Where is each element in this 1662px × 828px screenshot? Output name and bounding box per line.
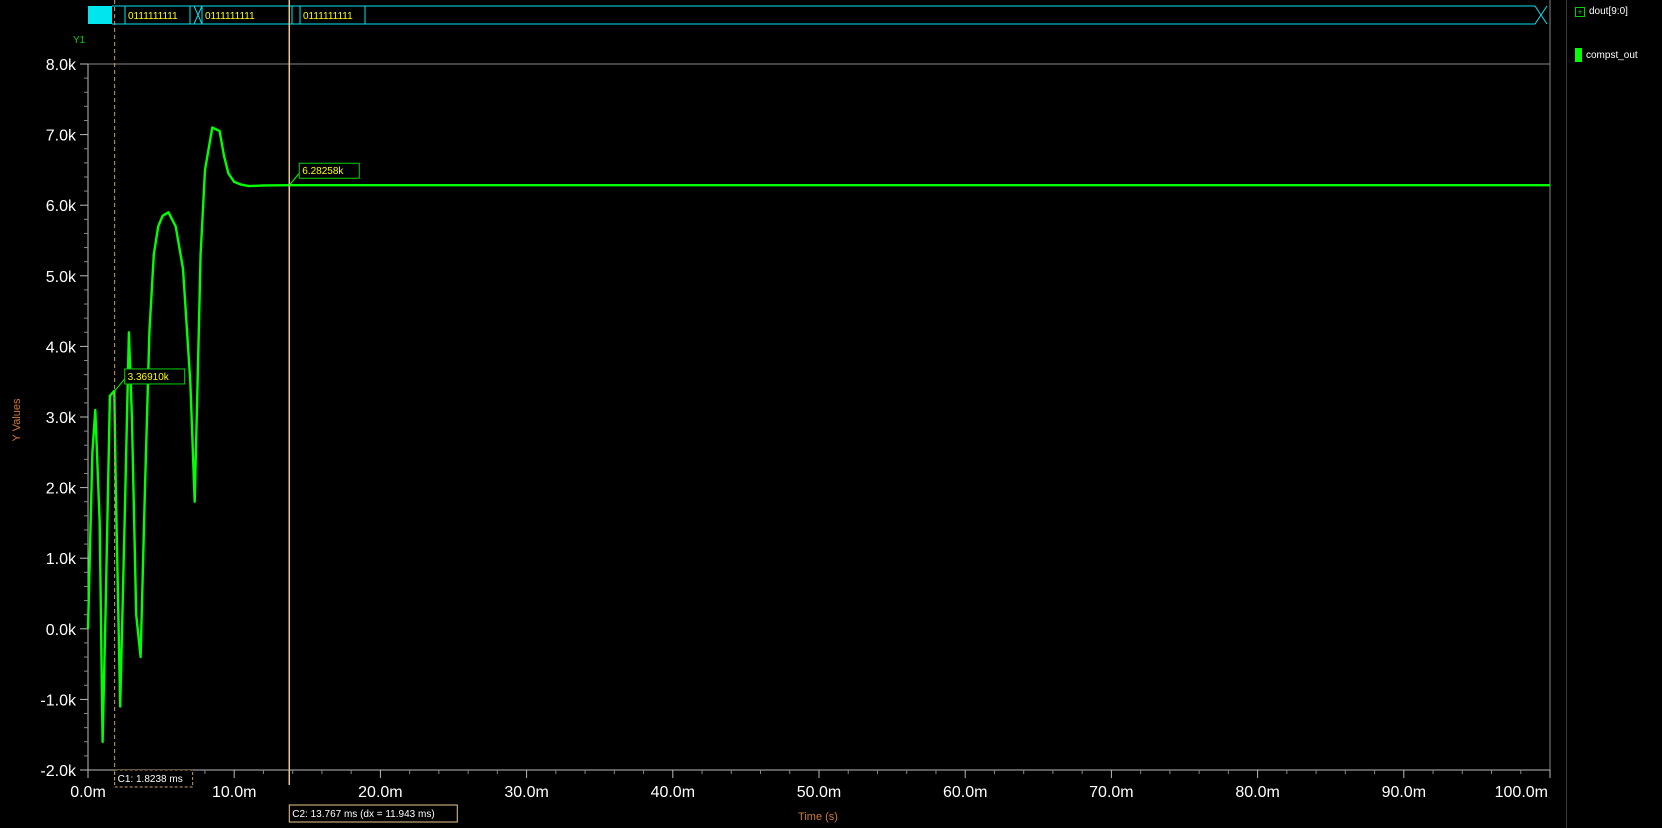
- y-tick-label: 1.0k: [46, 551, 77, 568]
- y-axis-label: Y Values: [11, 398, 23, 442]
- x-tick-label: 70.0m: [1089, 784, 1133, 801]
- y-tick-label: 3.0k: [46, 410, 77, 427]
- expand-icon[interactable]: +: [1575, 6, 1585, 17]
- cursor-c1-leader: [114, 378, 126, 392]
- y-tick-label: 6.0k: [46, 198, 77, 215]
- bus-value-1: 0111111111: [128, 11, 178, 22]
- signal-legend: + dout[9:0] compst_out: [1566, 0, 1662, 828]
- x-tick-label: 100.0m: [1495, 784, 1548, 801]
- x-tick-label: 90.0m: [1382, 784, 1426, 801]
- cursor-c2-readout-value: 6.28258k: [302, 166, 344, 177]
- y-tick-label: 8.0k: [46, 57, 77, 74]
- x-axis-ticks: 0.0m 10.0m 20.0m 30.0m 40.0m 50.0m 60.0m 70.0m 8…: [70, 770, 1551, 801]
- x-tick-label: 10.0m: [212, 784, 256, 801]
- cursor-c1-readout-value: 3.36910k: [128, 372, 170, 383]
- legend-item-dout[interactable]: + dout[9:0]: [1575, 6, 1628, 17]
- cursor-c1-label: C1: 1.8238 ms: [118, 774, 183, 785]
- x-tick-label: 0.0m: [70, 784, 106, 801]
- x-tick-label: 20.0m: [358, 784, 402, 801]
- bus-end-transition: [1534, 5, 1548, 25]
- legend-item-compst-out[interactable]: compst_out: [1575, 48, 1638, 62]
- x-tick-label: 40.0m: [651, 784, 695, 801]
- bus-dense-transition-block: [88, 6, 112, 24]
- cursor-c2-label: C2: 13.767 ms (dx = 11.943 ms): [292, 809, 434, 820]
- x-tick-label: 30.0m: [504, 784, 548, 801]
- x-tick-label: 60.0m: [943, 784, 987, 801]
- bus-transition-2: [193, 5, 203, 25]
- y-tick-label: -1.0k: [40, 692, 77, 709]
- legend-bus-name: dout[9:0]: [1589, 6, 1628, 17]
- y-tick-label: -2.0k: [40, 763, 77, 780]
- cursor-c2-leader: [288, 172, 300, 186]
- compst-out-trace[interactable]: [86, 126, 1550, 743]
- x-axis-label: Time (s): [798, 811, 838, 823]
- x-tick-label: 50.0m: [797, 784, 841, 801]
- y-axis-ticks: 8.0k 7.0k 6.0k 5.0k 4.0k 3.0k 2.0k 1.0k 0.0k -1.0…: [40, 57, 88, 780]
- bus-value-2: 0111111111: [205, 11, 255, 22]
- y-tick-label: 0.0k: [46, 622, 77, 639]
- y-tick-label: 2.0k: [46, 481, 77, 498]
- bus-row[interactable]: 0111111111 0111111111 0111111111: [88, 5, 1548, 25]
- cursor-c2-readout: 6.28258k: [288, 162, 360, 186]
- y-axis-name: Y1: [73, 35, 86, 46]
- x-tick-label: 80.0m: [1235, 784, 1279, 801]
- y-tick-label: 7.0k: [46, 128, 77, 145]
- y-tick-label: 4.0k: [46, 339, 77, 356]
- trace-color-swatch: [1575, 48, 1582, 62]
- cursor-c1-readout: 3.36910k: [114, 368, 186, 392]
- waveform-plot[interactable]: 0111111111 0111111111 0111111111 Y1 8.0k…: [0, 0, 1662, 828]
- y-tick-label: 5.0k: [46, 269, 77, 286]
- legend-signal-name: compst_out: [1586, 49, 1638, 61]
- bus-value-3: 0111111111: [303, 11, 353, 22]
